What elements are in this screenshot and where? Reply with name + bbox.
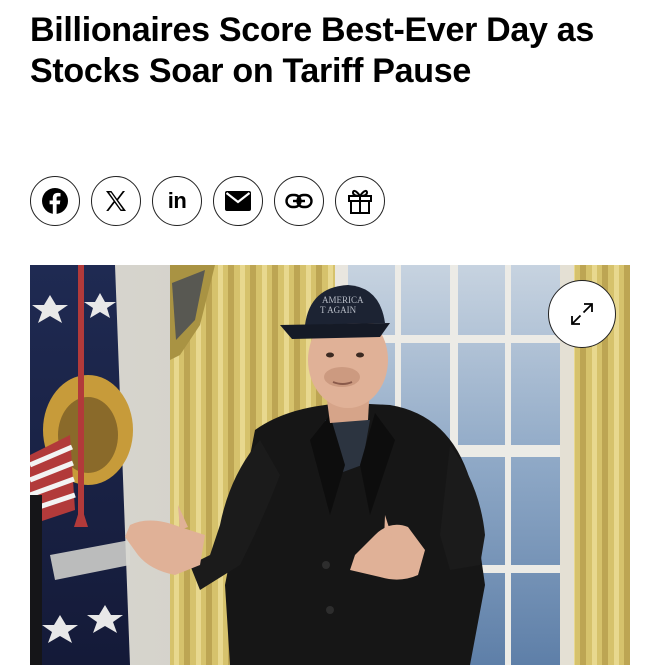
cap-text-line2: T AGAIN [320, 305, 357, 315]
link-icon [285, 193, 313, 209]
share-linkedin-button[interactable]: in [152, 176, 202, 226]
article-page: Billionaires Score Best-Ever Day as Stoc… [0, 0, 660, 670]
share-facebook-button[interactable] [30, 176, 80, 226]
linkedin-icon: in [167, 188, 187, 213]
share-toolbar: in [30, 176, 385, 228]
facebook-icon [42, 188, 68, 214]
expand-arrows-icon [571, 303, 593, 325]
article-headline: Billionaires Score Best-Ever Day as Stoc… [30, 11, 594, 90]
share-email-button[interactable] [213, 176, 263, 226]
x-icon [106, 191, 126, 211]
share-x-button[interactable] [91, 176, 141, 226]
cap-text-line1: AMERICA [322, 295, 364, 305]
article-photo[interactable]: AMERICA T AGAIN [30, 265, 630, 665]
envelope-icon [225, 191, 251, 211]
share-copy-link-button[interactable] [274, 176, 324, 226]
share-gift-button[interactable] [335, 176, 385, 226]
gift-icon [348, 189, 372, 214]
expand-photo-button[interactable] [548, 280, 616, 348]
